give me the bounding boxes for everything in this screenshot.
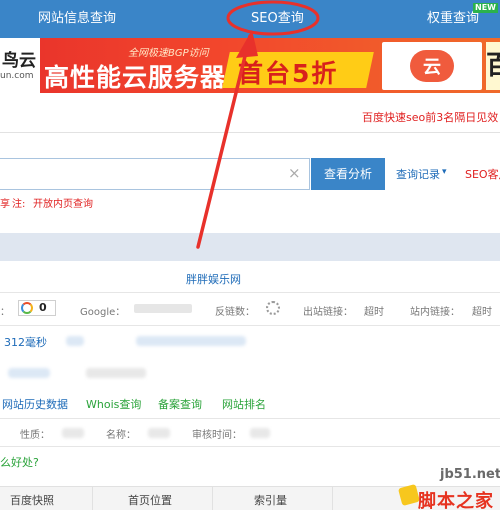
hint-prefix: 享 — [0, 199, 10, 210]
metric-label-outbound: 出站链接： — [303, 307, 353, 318]
tab-seo[interactable]: SEO查询 — [251, 0, 304, 38]
attr-label-review-time: 审核时间： — [192, 430, 242, 441]
attr-label-type: 性质： — [20, 430, 50, 441]
search-input[interactable] — [0, 158, 310, 190]
chevron-down-icon[interactable]: ▾ — [442, 167, 447, 177]
response-time: 312毫秒 — [4, 336, 47, 349]
seo-client-link[interactable]: SEO客户 — [465, 166, 500, 182]
metric-label-backlinks: 反链数： — [215, 307, 255, 318]
rank-value: 0 — [39, 301, 47, 314]
whois-link[interactable]: Whois查询 — [86, 396, 141, 412]
metric-label-rank: ： — [0, 307, 10, 318]
divider — [0, 132, 500, 133]
query-history-link[interactable]: 查询记录 — [396, 166, 440, 182]
attr-label-name: 名称： — [106, 430, 136, 441]
redacted-text — [250, 428, 270, 438]
banner-headline: 高性能云服务器 — [44, 63, 227, 92]
section-header-bar — [0, 233, 500, 261]
analyze-button[interactable]: 查看分析 — [311, 158, 385, 190]
redacted-text — [86, 368, 146, 378]
banner-promo-text: 首台5折 — [238, 59, 339, 88]
watermark-logo: 脚本之家 — [418, 491, 494, 510]
column-divider — [332, 486, 333, 510]
loading-spinner-icon — [266, 301, 280, 315]
cloud-icon-mark: 云 — [423, 57, 441, 78]
column-divider — [212, 486, 213, 510]
redacted-text — [62, 428, 84, 438]
benefit-link[interactable]: 么好处? — [0, 454, 39, 470]
banner-logo-text: 鸟云 — [2, 51, 36, 71]
rank-ring-icon — [21, 302, 33, 314]
ad-banner[interactable]: 鸟云 un.com 全网极速BGP访问 高性能云服务器 首台5折 云 百 — [0, 38, 500, 93]
redacted-text — [148, 428, 170, 438]
column-header-baidu-snapshot: 百度快照 — [10, 494, 54, 507]
site-history-link[interactable]: 网站历史数据 — [2, 396, 68, 412]
site-title[interactable]: 胖胖娱乐网 — [186, 271, 241, 287]
hint-label: 注: — [12, 199, 26, 210]
top-nav-bar: 网站信息查询 SEO查询 权重查询 NEW — [0, 0, 500, 38]
column-header-home-position: 首页位置 — [128, 494, 172, 507]
divider — [0, 292, 500, 293]
watermark-url: jb51.net — [440, 467, 500, 482]
tab-site-info[interactable]: 网站信息查询 — [38, 0, 116, 38]
banner-logo: 鸟云 un.com — [0, 38, 40, 93]
new-badge: NEW — [473, 3, 498, 13]
seo-promo-link[interactable]: 百度快速seo前3名隔日见效 — [362, 109, 498, 125]
hint-text: 开放内页查询 — [33, 199, 93, 210]
clear-icon[interactable]: × — [288, 164, 301, 182]
column-divider — [92, 486, 93, 510]
metric-value-internal: 超时 — [472, 307, 492, 318]
column-header-index-count: 索引量 — [254, 494, 287, 507]
google-value-redacted — [134, 304, 192, 313]
redacted-text — [66, 336, 84, 346]
site-rank-link[interactable]: 网站排名 — [222, 396, 266, 412]
banner-edge-text: 百 — [486, 42, 500, 90]
divider — [0, 418, 500, 419]
divider — [0, 446, 500, 447]
divider — [0, 325, 500, 326]
banner-tagline: 全网极速BGP访问 — [128, 48, 209, 59]
metric-label-google: Google： — [80, 307, 126, 318]
metric-value-outbound: 超时 — [364, 307, 384, 318]
tab-weight[interactable]: 权重查询 — [427, 0, 479, 38]
icp-record-link[interactable]: 备案查询 — [158, 396, 202, 412]
metric-label-internal: 站内链接： — [410, 307, 460, 318]
redacted-text — [8, 368, 50, 378]
banner-logo-domain: un.com — [0, 71, 34, 81]
redacted-text — [136, 336, 246, 346]
